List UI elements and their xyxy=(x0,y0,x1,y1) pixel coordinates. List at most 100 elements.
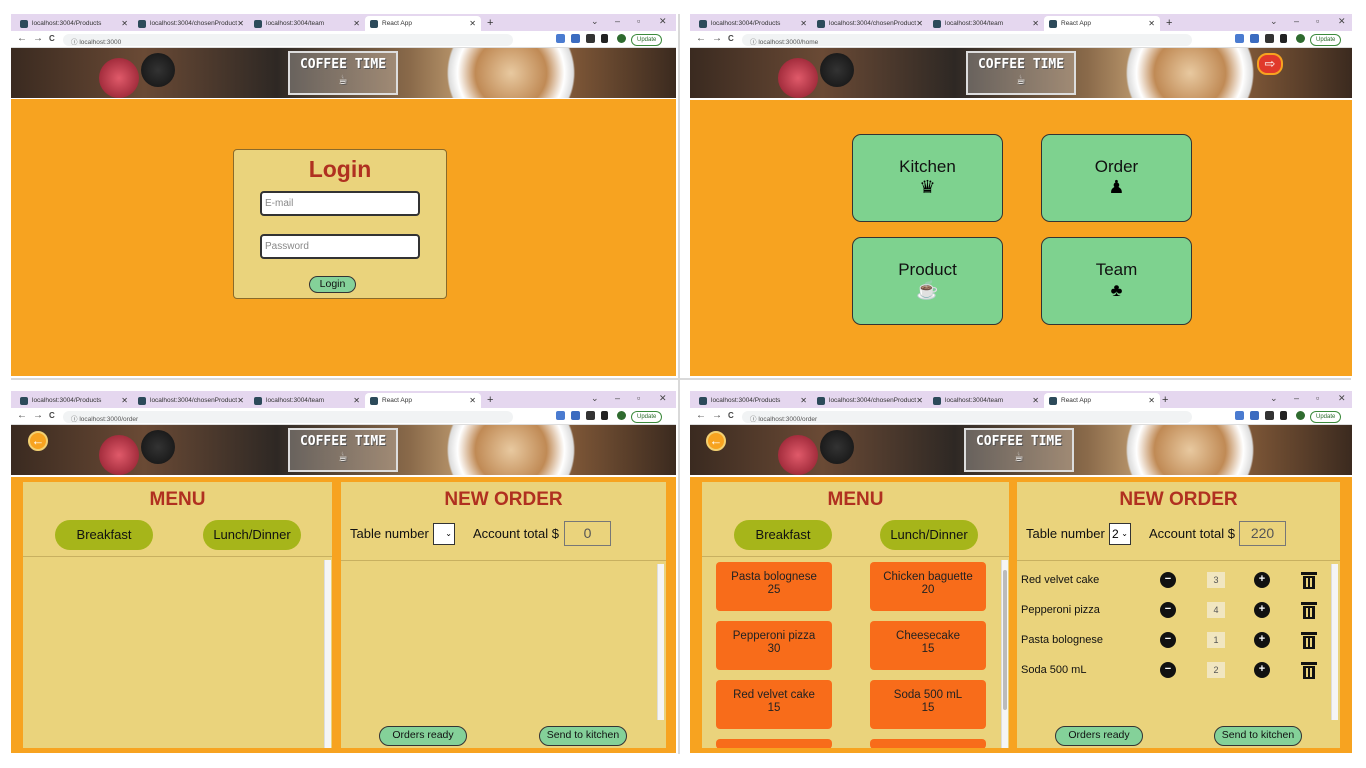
tab-search-icon[interactable]: ⌄ xyxy=(1270,393,1278,404)
order-scrollbar[interactable] xyxy=(1331,564,1338,720)
tab-chosen-product[interactable]: localhost:3004/chosenProduct ✕ xyxy=(812,16,928,31)
new-tab-button[interactable]: + xyxy=(1166,17,1172,29)
orders-ready-button[interactable]: Orders ready xyxy=(1055,726,1143,746)
lunch-dinner-button[interactable]: Lunch/Dinner xyxy=(880,520,978,550)
back-arrow-icon[interactable]: ← xyxy=(706,431,726,451)
minimize-button[interactable]: – xyxy=(1294,393,1299,403)
trash-icon[interactable] xyxy=(1301,602,1317,619)
menu-item[interactable]: Soda 500 mL 15 xyxy=(870,680,986,729)
minimize-button[interactable]: – xyxy=(615,393,620,403)
tab-react-app[interactable]: React App ✕ xyxy=(365,393,481,408)
sidebar-icon[interactable] xyxy=(601,34,608,43)
tab-products[interactable]: localhost:3004/Products ✕ xyxy=(694,16,812,31)
send-to-kitchen-button[interactable]: Send to kitchen xyxy=(1214,726,1302,746)
back-arrow-icon[interactable]: ← xyxy=(28,431,48,451)
back-icon[interactable]: ← xyxy=(17,33,27,44)
menu-item-partial[interactable] xyxy=(870,739,986,748)
trash-icon[interactable] xyxy=(1301,632,1317,649)
back-icon[interactable]: ← xyxy=(696,33,706,44)
trash-icon[interactable] xyxy=(1301,662,1317,679)
quantity-field[interactable]: 4 xyxy=(1207,602,1225,618)
minus-icon[interactable]: − xyxy=(1160,632,1176,648)
order-card[interactable]: Order ♟ xyxy=(1041,134,1192,222)
forward-icon[interactable]: → xyxy=(33,410,43,421)
close-tab-icon[interactable]: ✕ xyxy=(800,396,807,405)
sidebar-icon[interactable] xyxy=(1280,411,1287,420)
close-tab-icon[interactable]: ✕ xyxy=(121,19,128,28)
close-tab-icon[interactable]: ✕ xyxy=(237,396,244,405)
extension-icon[interactable] xyxy=(571,411,580,420)
extensions-puzzle-icon[interactable] xyxy=(1265,411,1274,420)
url-field[interactable]: ⓘ localhost:3000/order xyxy=(742,411,1192,423)
new-tab-button[interactable]: + xyxy=(487,17,493,29)
menu-item[interactable]: Chicken baguette 20 xyxy=(870,562,986,611)
url-field[interactable]: ⓘ localhost:3000/order xyxy=(63,411,513,423)
profile-avatar[interactable] xyxy=(1296,411,1305,420)
minimize-button[interactable]: – xyxy=(615,16,620,26)
update-button[interactable]: Update xyxy=(1310,411,1342,423)
menu-scrollbar[interactable] xyxy=(1001,560,1008,748)
close-tab-icon[interactable]: ✕ xyxy=(237,19,244,28)
extension-icon[interactable] xyxy=(556,411,565,420)
trash-icon[interactable] xyxy=(1301,572,1317,589)
new-tab-button[interactable]: + xyxy=(487,394,493,406)
update-button[interactable]: Update xyxy=(631,411,663,423)
tab-react-app[interactable]: React App ✕ xyxy=(1044,16,1160,31)
tab-products[interactable]: localhost:3004/Products ✕ xyxy=(15,393,133,408)
new-tab-button[interactable]: + xyxy=(1162,394,1168,406)
maximize-button[interactable]: ▫ xyxy=(1316,393,1319,403)
breakfast-button[interactable]: Breakfast xyxy=(55,520,153,550)
plus-icon[interactable]: + xyxy=(1254,662,1270,678)
back-icon[interactable]: ← xyxy=(696,410,706,421)
logout-icon[interactable]: ⇨ xyxy=(1257,53,1283,75)
url-field[interactable]: ⓘ localhost:3000/home xyxy=(742,34,1192,46)
profile-avatar[interactable] xyxy=(1296,34,1305,43)
extensions-puzzle-icon[interactable] xyxy=(586,34,595,43)
window-close-button[interactable]: ✕ xyxy=(1338,16,1346,27)
table-number-select[interactable]: 2 ⌄ xyxy=(1109,523,1131,545)
quantity-field[interactable]: 3 xyxy=(1207,572,1225,588)
menu-item[interactable]: Cheesecake 15 xyxy=(870,621,986,670)
close-tab-icon[interactable]: ✕ xyxy=(1148,19,1155,28)
extension-icon[interactable] xyxy=(556,34,565,43)
profile-avatar[interactable] xyxy=(617,411,626,420)
scrollbar-thumb[interactable] xyxy=(1003,570,1007,710)
email-field[interactable]: E-mail xyxy=(260,191,420,216)
sidebar-icon[interactable] xyxy=(601,411,608,420)
menu-item[interactable]: Red velvet cake 15 xyxy=(716,680,832,729)
tab-products[interactable]: localhost:3004/Products ✕ xyxy=(694,393,812,408)
kitchen-card[interactable]: Kitchen ♛ xyxy=(852,134,1003,222)
extensions-puzzle-icon[interactable] xyxy=(1265,34,1274,43)
lunch-dinner-button[interactable]: Lunch/Dinner xyxy=(203,520,301,550)
tab-react-app[interactable]: React App ✕ xyxy=(1044,393,1160,408)
close-tab-icon[interactable]: ✕ xyxy=(800,19,807,28)
tab-chosen-product[interactable]: localhost:3004/chosenProduct ✕ xyxy=(133,393,249,408)
quantity-field[interactable]: 1 xyxy=(1207,632,1225,648)
minus-icon[interactable]: − xyxy=(1160,602,1176,618)
minimize-button[interactable]: – xyxy=(1294,16,1299,26)
close-tab-icon[interactable]: ✕ xyxy=(916,19,923,28)
send-to-kitchen-button[interactable]: Send to kitchen xyxy=(539,726,627,746)
window-close-button[interactable]: ✕ xyxy=(659,393,667,404)
close-tab-icon[interactable]: ✕ xyxy=(469,396,476,405)
close-tab-icon[interactable]: ✕ xyxy=(353,19,360,28)
sidebar-icon[interactable] xyxy=(1280,34,1287,43)
tab-search-icon[interactable]: ⌄ xyxy=(591,16,599,27)
tab-team[interactable]: localhost:3004/team ✕ xyxy=(249,393,365,408)
plus-icon[interactable]: + xyxy=(1254,572,1270,588)
reload-icon[interactable]: C xyxy=(49,411,55,420)
close-tab-icon[interactable]: ✕ xyxy=(121,396,128,405)
tab-team[interactable]: localhost:3004/team ✕ xyxy=(928,393,1044,408)
reload-icon[interactable]: C xyxy=(728,34,734,43)
reload-icon[interactable]: C xyxy=(728,411,734,420)
team-card[interactable]: Team ♣ xyxy=(1041,237,1192,325)
quantity-field[interactable]: 2 xyxy=(1207,662,1225,678)
tab-team[interactable]: localhost:3004/team ✕ xyxy=(249,16,365,31)
maximize-button[interactable]: ▫ xyxy=(1316,16,1319,26)
extension-icon[interactable] xyxy=(1250,34,1259,43)
plus-icon[interactable]: + xyxy=(1254,602,1270,618)
extensions-puzzle-icon[interactable] xyxy=(586,411,595,420)
update-button[interactable]: Update xyxy=(1310,34,1342,46)
minus-icon[interactable]: − xyxy=(1160,662,1176,678)
menu-item[interactable]: Pasta bolognese 25 xyxy=(716,562,832,611)
